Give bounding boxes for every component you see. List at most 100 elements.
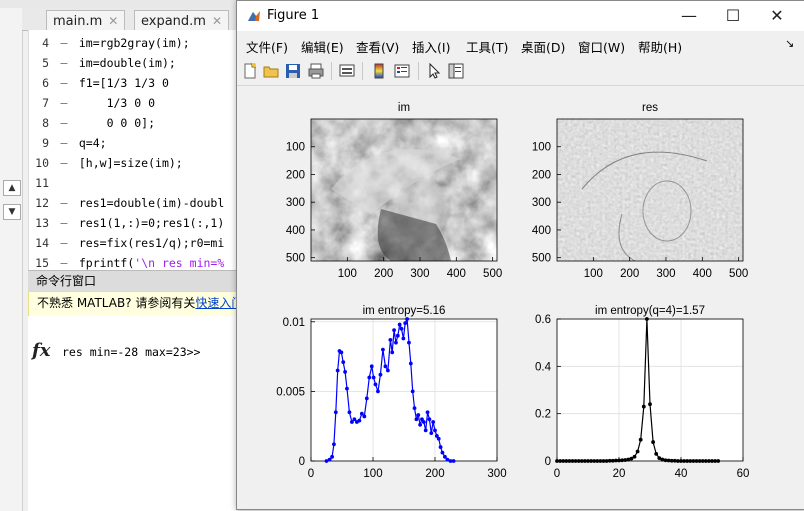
- command-output: res min=-28 max=23>>: [62, 345, 201, 359]
- open-file-icon[interactable]: [262, 62, 280, 80]
- collapse-up-button[interactable]: ▲: [3, 180, 21, 196]
- data-point: [433, 428, 437, 433]
- code-text: im=rgb2gray(im);: [78, 36, 190, 50]
- x-tick-label: 0: [554, 468, 560, 480]
- y-tick-label: 200: [532, 169, 551, 181]
- minimize-button[interactable]: —: [669, 5, 709, 27]
- menu-edit[interactable]: 编辑(E): [301, 37, 344, 56]
- toolbar-separator: [331, 62, 332, 80]
- data-point: [378, 372, 383, 377]
- code-line[interactable]: 13 — res1(1,:)=0;res1(:,1): [29, 213, 239, 233]
- code-line[interactable]: 14 — res=fix(res1/q);r0=mi: [29, 233, 239, 253]
- code-line[interactable]: 9 — q=4;: [29, 133, 239, 153]
- figure-toolbar: [237, 57, 804, 86]
- breakpoint-dash[interactable]: —: [56, 193, 72, 213]
- data-point: [638, 437, 643, 442]
- x-tick-label: 40: [675, 468, 688, 480]
- axes-q-entropy: im entropy(q=4)=1.57 0 20 40 60 0 0.2 0.4 0.6: [535, 305, 749, 480]
- data-point: [376, 389, 380, 394]
- breakpoint-dash[interactable]: —: [56, 53, 72, 73]
- maximize-button[interactable]: ☐: [713, 5, 753, 27]
- breakpoint-dash[interactable]: —: [56, 233, 72, 253]
- code-line[interactable]: 6 — f1=[1/3 1/3 0: [29, 73, 239, 93]
- breakpoint-dash[interactable]: —: [56, 153, 72, 173]
- data-point: [399, 326, 404, 331]
- property-inspector-icon[interactable]: [447, 62, 465, 80]
- pointer-icon[interactable]: [425, 62, 443, 80]
- data-point: [388, 337, 393, 342]
- data-point: [648, 402, 652, 407]
- print-icon[interactable]: [307, 62, 325, 80]
- line-number: 6: [42, 76, 49, 90]
- fx-prompt-icon[interactable]: fx: [32, 340, 50, 361]
- code-line[interactable]: 11: [29, 173, 239, 193]
- breakpoint-dash[interactable]: —: [56, 213, 72, 233]
- menu-tools[interactable]: 工具(T): [466, 37, 508, 56]
- code-text: res1(1,:)=0;res1(:,1): [78, 216, 225, 230]
- y-tick-label: 500: [286, 253, 305, 265]
- close-icon[interactable]: ✕: [212, 14, 222, 28]
- legend-icon[interactable]: [393, 62, 411, 80]
- code-line[interactable]: 15 — fprintf('\n res min=%: [29, 253, 239, 270]
- command-window-title: 命令行窗口: [28, 270, 246, 292]
- code-line[interactable]: 12 — res1=double(im)-doubl: [29, 193, 239, 213]
- x-tick-label: 60: [737, 468, 750, 480]
- figure-menubar: 文件(F) 编辑(E) 查看(V) 插入(I) 工具(T) 桌面(D) 窗口(W…: [237, 33, 804, 55]
- data-point: [416, 413, 421, 417]
- data-point: [339, 350, 344, 355]
- data-point: [343, 370, 347, 374]
- breakpoint-dash[interactable]: —: [56, 93, 72, 113]
- data-point: [390, 350, 395, 355]
- breakpoint-dash[interactable]: —: [56, 133, 72, 153]
- x-tick-label: 300: [487, 468, 506, 480]
- data-point: [440, 450, 445, 455]
- x-tick-label: 200: [620, 268, 639, 280]
- menu-desktop[interactable]: 桌面(D): [521, 37, 565, 56]
- axes-title: res: [642, 102, 658, 114]
- menu-view[interactable]: 查看(V): [356, 37, 399, 56]
- code-line[interactable]: 10 — [h,w]=size(im);: [29, 153, 239, 173]
- menu-window[interactable]: 窗口(W): [578, 37, 625, 56]
- code-line[interactable]: 5 — im=double(im);: [29, 53, 239, 73]
- menu-help[interactable]: 帮助(H): [638, 37, 682, 56]
- breakpoint-dash[interactable]: —: [56, 253, 72, 270]
- x-tick-label: 100: [584, 268, 603, 280]
- code-line[interactable]: 7 — 1/3 0 0: [29, 93, 239, 113]
- x-tick-label: 400: [693, 268, 712, 280]
- breakpoint-dash[interactable]: —: [56, 73, 72, 93]
- close-button[interactable]: ✕: [757, 5, 797, 27]
- close-icon[interactable]: ✕: [108, 14, 118, 28]
- data-point: [651, 440, 655, 444]
- breakpoint-dash[interactable]: —: [56, 33, 72, 53]
- y-tick-label: 300: [286, 197, 305, 209]
- new-figure-icon[interactable]: [241, 62, 259, 80]
- dock-arrow-icon[interactable]: ↘: [785, 37, 794, 50]
- axes-background: [311, 319, 497, 461]
- code-editor[interactable]: 4 — im=rgb2gray(im); 5 — im=double(im); 6 …: [28, 30, 239, 270]
- figure-plot-area[interactable]: im100 200 300 400 500100200300400500 res100 2…: [237, 87, 804, 509]
- code-line[interactable]: 8 — 0 0 0];: [29, 113, 239, 133]
- menu-file[interactable]: 文件(F): [246, 37, 288, 56]
- data-point: [412, 406, 417, 410]
- save-icon[interactable]: [284, 62, 302, 80]
- data-point: [405, 317, 409, 321]
- y-tick-label: 0.6: [535, 314, 551, 326]
- collapse-down-button[interactable]: ▼: [3, 204, 21, 220]
- link-plot-icon[interactable]: [338, 62, 356, 80]
- data-point: [641, 404, 646, 409]
- tab-main[interactable]: main.m ✕: [46, 10, 126, 31]
- line-number: 13: [35, 216, 49, 230]
- breakpoint-dash[interactable]: —: [56, 113, 72, 133]
- menu-insert[interactable]: 插入(I): [412, 37, 450, 56]
- code-line[interactable]: 4 — im=rgb2gray(im);: [29, 33, 239, 53]
- data-point: [335, 368, 340, 373]
- code-text: q=4;: [78, 136, 107, 150]
- tab-expand[interactable]: expand.m ✕: [134, 10, 230, 31]
- colorbar-icon[interactable]: [370, 62, 388, 80]
- x-tick-label: 300: [656, 268, 675, 280]
- banner-text: 不熟悉 MATLAB? 请参阅有关: [37, 296, 196, 310]
- data-point: [418, 422, 423, 427]
- toolbar-separator: [418, 62, 419, 80]
- data-point: [436, 436, 441, 441]
- code-text: fprintf('\n res min=%: [78, 256, 225, 270]
